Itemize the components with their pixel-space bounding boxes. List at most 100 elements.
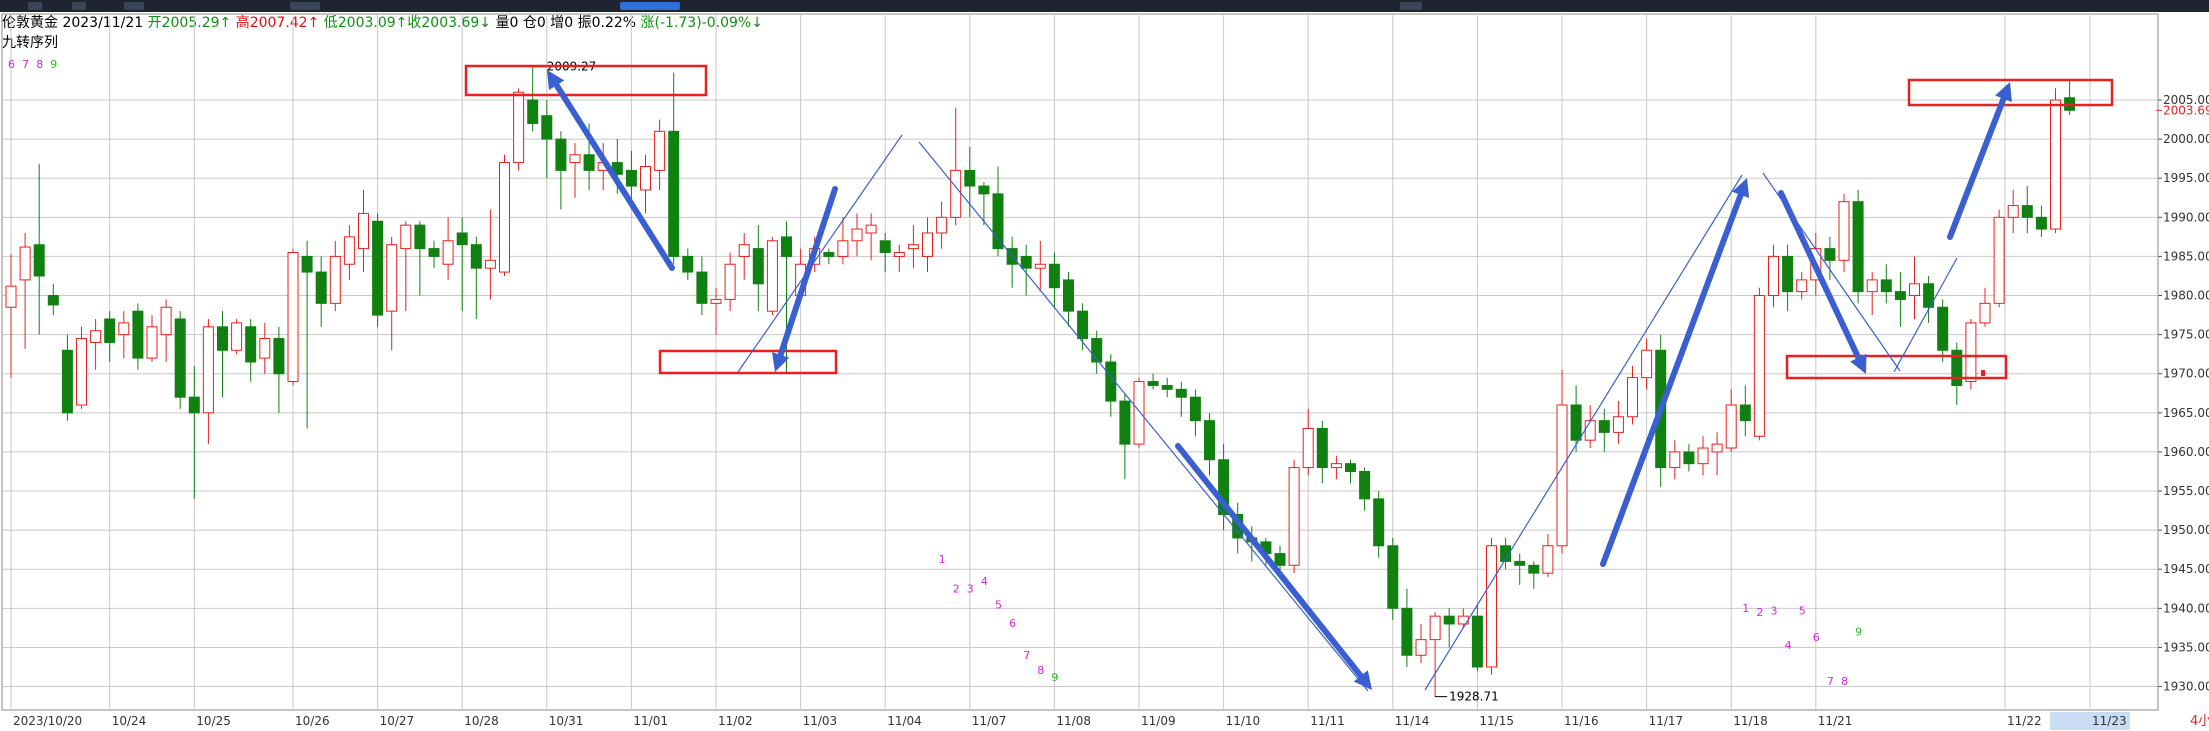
candle-down [1880, 279, 1892, 293]
nine-turn-number: 4 [981, 575, 988, 588]
candle-up [1627, 377, 1638, 418]
trend-arrow [777, 186, 838, 358]
candle-down [1782, 255, 1794, 293]
candle-down [47, 295, 59, 306]
candle-down [1514, 560, 1526, 566]
nine-turn-number: 8 [1037, 664, 1044, 677]
candlestick-chart[interactable]: 1930.00 1935.00 1940.00 1945.00 1950.00 1955.… [0, 0, 2209, 731]
candle-down [1739, 404, 1751, 422]
candle-down [879, 240, 891, 254]
y-tick-label: 1980.00 [2163, 289, 2209, 303]
nine-turn-number: 2 [1756, 606, 1763, 619]
candle-up [1542, 545, 1554, 574]
candle-down [1894, 291, 1906, 300]
candle-down [823, 252, 835, 257]
x-tick-label: 10/24 [112, 714, 147, 728]
nine-turn-number: 1 [1742, 602, 1749, 615]
candle-up [1866, 279, 1878, 293]
nine-turn-number: 9 [1855, 626, 1862, 639]
candle-up [1909, 283, 1920, 297]
candle-up [1993, 216, 2005, 304]
candle-up [2050, 99, 2061, 230]
candle-up [1725, 404, 1737, 449]
candle-down [1528, 564, 1540, 574]
candle-down [1161, 384, 1173, 390]
candle-down [1119, 400, 1131, 445]
candle-down [752, 248, 764, 285]
trend-arrow [1175, 443, 1364, 679]
candle-down [1570, 404, 1582, 441]
candle-down [1063, 279, 1074, 312]
candle-up [90, 330, 102, 343]
candle-down [245, 326, 257, 363]
candle-down [188, 396, 200, 414]
x-tick-label: 10/27 [380, 714, 415, 728]
y-tick-label: 1950.00 [2163, 523, 2209, 537]
candle-up [1768, 255, 1779, 297]
y-tick-label: 1930.00 [2163, 680, 2209, 694]
candle-up [146, 326, 158, 359]
candle-up [1133, 381, 1145, 445]
candle-down [1316, 427, 1328, 469]
nine-turn-number: 7 [22, 58, 29, 71]
candle-up [1669, 451, 1681, 469]
candle-down [1274, 553, 1286, 566]
x-tick-label: 11/11 [1310, 714, 1345, 728]
x-tick-label: 11/07 [972, 714, 1007, 728]
candle-up [1415, 639, 1427, 656]
candle-down [1147, 381, 1159, 386]
x-tick-label: 11/10 [1226, 714, 1261, 728]
candle-down [61, 349, 73, 414]
candle-down [1373, 498, 1385, 547]
candle-up [922, 232, 933, 257]
candle-up [329, 255, 341, 304]
y-tick-label: 1940.00 [2163, 601, 2209, 615]
candle-up [1556, 404, 1568, 547]
candle-down [1387, 545, 1399, 609]
x-tick-label: 2023/10/20 [13, 714, 82, 728]
candle-down [315, 271, 327, 304]
highlight-box [658, 349, 838, 375]
nine-turn-number: 8 [36, 58, 43, 71]
nine-turn-number: 1 [939, 553, 946, 566]
candle-up [202, 326, 214, 414]
candle-up [1486, 545, 1497, 668]
x-tick-label: 11/16 [1564, 714, 1599, 728]
candle-down [625, 169, 637, 187]
candle-down [2035, 216, 2047, 230]
candle-up [287, 252, 299, 383]
x-tick-label: 11/15 [1479, 714, 1514, 728]
nine-turn-number: 9 [1051, 671, 1058, 684]
candle-up [1612, 416, 1624, 433]
y-tick-label: 1965.00 [2163, 406, 2209, 420]
candle-up [1429, 615, 1441, 641]
x-tick-label: 11/08 [1056, 714, 1091, 728]
x-tick-label: 10/25 [196, 714, 231, 728]
low-annotation: 1928.71 [1449, 690, 1499, 704]
candle-up [1641, 349, 1653, 379]
candle-up [1979, 302, 1991, 324]
candle-up [1697, 447, 1709, 465]
candle-up [738, 244, 750, 257]
candle-down [1471, 615, 1483, 668]
candle-down [1824, 248, 1836, 261]
trend-line [1424, 174, 1743, 691]
candle-down [456, 232, 468, 246]
candle-down [781, 236, 792, 257]
candle-down [174, 318, 186, 398]
candle-up [442, 240, 454, 265]
candle-down [1852, 201, 1864, 293]
x-tick-label: 11/17 [1649, 714, 1684, 728]
candle-up [1584, 420, 1596, 441]
candle-down [1359, 470, 1371, 500]
x-tick-label: 11/01 [633, 714, 668, 728]
candle-up [231, 322, 243, 351]
candle-up [1330, 463, 1342, 469]
nine-turn-number: 5 [1799, 605, 1806, 618]
candle-up [865, 224, 877, 234]
candle-down [1683, 451, 1695, 465]
candle-up [1796, 279, 1808, 293]
nine-turn-number: 6 [8, 58, 15, 71]
candle-up [654, 130, 666, 171]
y-tick-label: 1970.00 [2163, 367, 2209, 381]
